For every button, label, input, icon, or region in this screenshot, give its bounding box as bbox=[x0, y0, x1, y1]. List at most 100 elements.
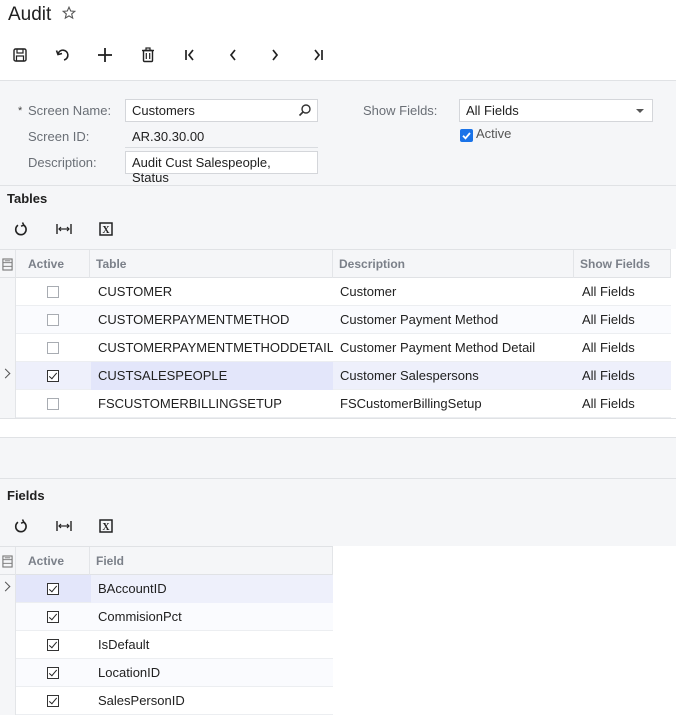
export-excel-icon: X bbox=[99, 519, 113, 533]
show-fields-select[interactable]: All Fields bbox=[459, 99, 653, 122]
screen-name-input[interactable]: Customers bbox=[125, 99, 318, 122]
description-input[interactable]: Audit Cust Salespeople, Status bbox=[125, 151, 318, 185]
plus-icon bbox=[98, 48, 112, 62]
active-checkbox[interactable] bbox=[47, 667, 59, 679]
tables-refresh-button[interactable] bbox=[11, 219, 31, 239]
row-selector[interactable] bbox=[0, 631, 16, 659]
field-row[interactable]: BAccountID bbox=[0, 575, 333, 603]
show-fields-cell[interactable]: All Fields bbox=[575, 362, 671, 390]
field-row[interactable]: CommisionPct bbox=[0, 603, 333, 631]
star-outline-icon[interactable] bbox=[61, 5, 77, 20]
description-cell[interactable]: FSCustomerBillingSetup bbox=[333, 390, 574, 418]
screen-name-value: Customers bbox=[132, 103, 195, 118]
tables-export-excel-button[interactable]: X bbox=[96, 219, 116, 239]
table-row[interactable]: CUSTSALESPEOPLE Customer Salespersons All … bbox=[0, 362, 671, 390]
delete-button[interactable] bbox=[137, 44, 159, 66]
show-fields-cell[interactable]: All Fields bbox=[575, 390, 671, 418]
description-cell[interactable]: Customer bbox=[333, 278, 574, 306]
column-header-description[interactable]: Description bbox=[333, 250, 574, 278]
table-row[interactable]: CUSTOMERPAYMENTMETHODDETAIL Customer Paym… bbox=[0, 334, 671, 362]
table-name-cell[interactable]: CUSTOMERPAYMENTMETHOD bbox=[91, 306, 333, 334]
description-value: Audit Cust Salespeople, Status bbox=[132, 155, 271, 185]
table-row[interactable]: FSCUSTOMERBILLINGSETUP FSCustomerBillingS… bbox=[0, 390, 671, 418]
tables-grid: Active Table Description Show Fields CUS… bbox=[0, 249, 676, 437]
column-header-table[interactable]: Table bbox=[90, 250, 333, 278]
active-checkbox[interactable] bbox=[47, 342, 59, 354]
table-row[interactable]: CUSTOMER Customer All Fields bbox=[0, 278, 671, 306]
description-cell[interactable]: Customer Salespersons bbox=[333, 362, 574, 390]
description-cell[interactable]: Customer Payment Method Detail bbox=[333, 334, 574, 362]
current-row-arrow-icon bbox=[0, 368, 11, 379]
last-record-button[interactable] bbox=[307, 44, 329, 66]
active-checkbox[interactable] bbox=[460, 129, 473, 142]
field-name-cell[interactable]: IsDefault bbox=[91, 631, 333, 659]
show-fields-cell[interactable]: All Fields bbox=[575, 306, 671, 334]
show-fields-label: Show Fields: bbox=[363, 103, 438, 118]
active-checkbox[interactable] bbox=[47, 398, 59, 410]
table-row[interactable]: CUSTOMERPAYMENTMETHOD Customer Payment Me… bbox=[0, 306, 671, 334]
column-header-active[interactable]: Active bbox=[16, 250, 90, 278]
row-selector[interactable] bbox=[0, 334, 16, 362]
active-checkbox[interactable] bbox=[47, 583, 59, 595]
table-name-cell[interactable]: CUSTOMERPAYMENTMETHODDETAIL bbox=[91, 334, 333, 362]
fields-refresh-button[interactable] bbox=[11, 516, 31, 536]
active-checkbox[interactable] bbox=[47, 611, 59, 623]
table-name-cell[interactable]: CUSTSALESPEOPLE bbox=[91, 362, 333, 390]
row-selector[interactable] bbox=[0, 306, 16, 334]
column-config-button[interactable] bbox=[0, 547, 16, 575]
field-row[interactable]: IsDefault bbox=[0, 631, 333, 659]
fields-export-excel-button[interactable]: X bbox=[96, 516, 116, 536]
screen-name-label: Screen Name: bbox=[28, 103, 112, 118]
tables-grid-header: Active Table Description Show Fields bbox=[0, 249, 671, 278]
trash-icon bbox=[142, 47, 154, 63]
active-checkbox[interactable] bbox=[47, 314, 59, 326]
active-checkbox[interactable] bbox=[47, 639, 59, 651]
table-name-cell[interactable]: FSCUSTOMERBILLINGSETUP bbox=[91, 390, 333, 418]
active-checkbox[interactable] bbox=[47, 370, 59, 382]
row-selector[interactable] bbox=[0, 390, 16, 418]
field-name-cell[interactable]: LocationID bbox=[91, 659, 333, 687]
field-row[interactable]: LocationID bbox=[0, 659, 333, 687]
current-row-arrow-icon bbox=[0, 581, 11, 592]
field-name-cell[interactable]: CommisionPct bbox=[91, 603, 333, 631]
next-record-button[interactable] bbox=[264, 44, 286, 66]
row-selector[interactable] bbox=[0, 659, 16, 687]
previous-record-button[interactable] bbox=[222, 44, 244, 66]
fit-columns-icon bbox=[56, 224, 72, 234]
active-checkbox[interactable] bbox=[47, 695, 59, 707]
active-label: Active bbox=[476, 126, 512, 141]
description-cell[interactable]: Customer Payment Method bbox=[333, 306, 574, 334]
splitter-area bbox=[0, 437, 676, 479]
required-marker: * bbox=[18, 105, 23, 117]
search-icon[interactable] bbox=[298, 103, 312, 117]
field-row[interactable]: SalesPersonID bbox=[0, 687, 333, 715]
column-header-field[interactable]: Field bbox=[90, 547, 333, 575]
column-header-show-fields[interactable]: Show Fields bbox=[574, 250, 671, 278]
column-config-button[interactable] bbox=[0, 250, 16, 278]
row-selector[interactable] bbox=[0, 362, 16, 390]
dropdown-arrow-icon bbox=[636, 109, 644, 113]
fields-fit-columns-button[interactable] bbox=[54, 516, 74, 536]
show-fields-cell[interactable]: All Fields bbox=[575, 278, 671, 306]
field-name-cell[interactable]: BAccountID bbox=[91, 575, 333, 603]
column-header-active[interactable]: Active bbox=[16, 547, 90, 575]
chevron-left-icon bbox=[229, 49, 236, 61]
row-selector[interactable] bbox=[0, 575, 16, 603]
tables-fit-columns-button[interactable] bbox=[54, 219, 74, 239]
row-selector[interactable] bbox=[0, 603, 16, 631]
row-selector[interactable] bbox=[0, 278, 16, 306]
undo-icon bbox=[55, 49, 69, 61]
first-record-button[interactable] bbox=[179, 44, 201, 66]
main-toolbar bbox=[0, 40, 676, 70]
table-name-cell[interactable]: CUSTOMER bbox=[91, 278, 333, 306]
checkmark-icon bbox=[462, 132, 471, 140]
show-fields-cell[interactable]: All Fields bbox=[575, 334, 671, 362]
undo-button[interactable] bbox=[52, 44, 74, 66]
active-checkbox[interactable] bbox=[47, 286, 59, 298]
column-config-icon bbox=[2, 258, 13, 271]
chevron-right-icon bbox=[272, 49, 279, 61]
add-button[interactable] bbox=[94, 44, 116, 66]
row-selector[interactable] bbox=[0, 687, 16, 715]
save-button[interactable] bbox=[9, 44, 31, 66]
field-name-cell[interactable]: SalesPersonID bbox=[91, 687, 333, 715]
